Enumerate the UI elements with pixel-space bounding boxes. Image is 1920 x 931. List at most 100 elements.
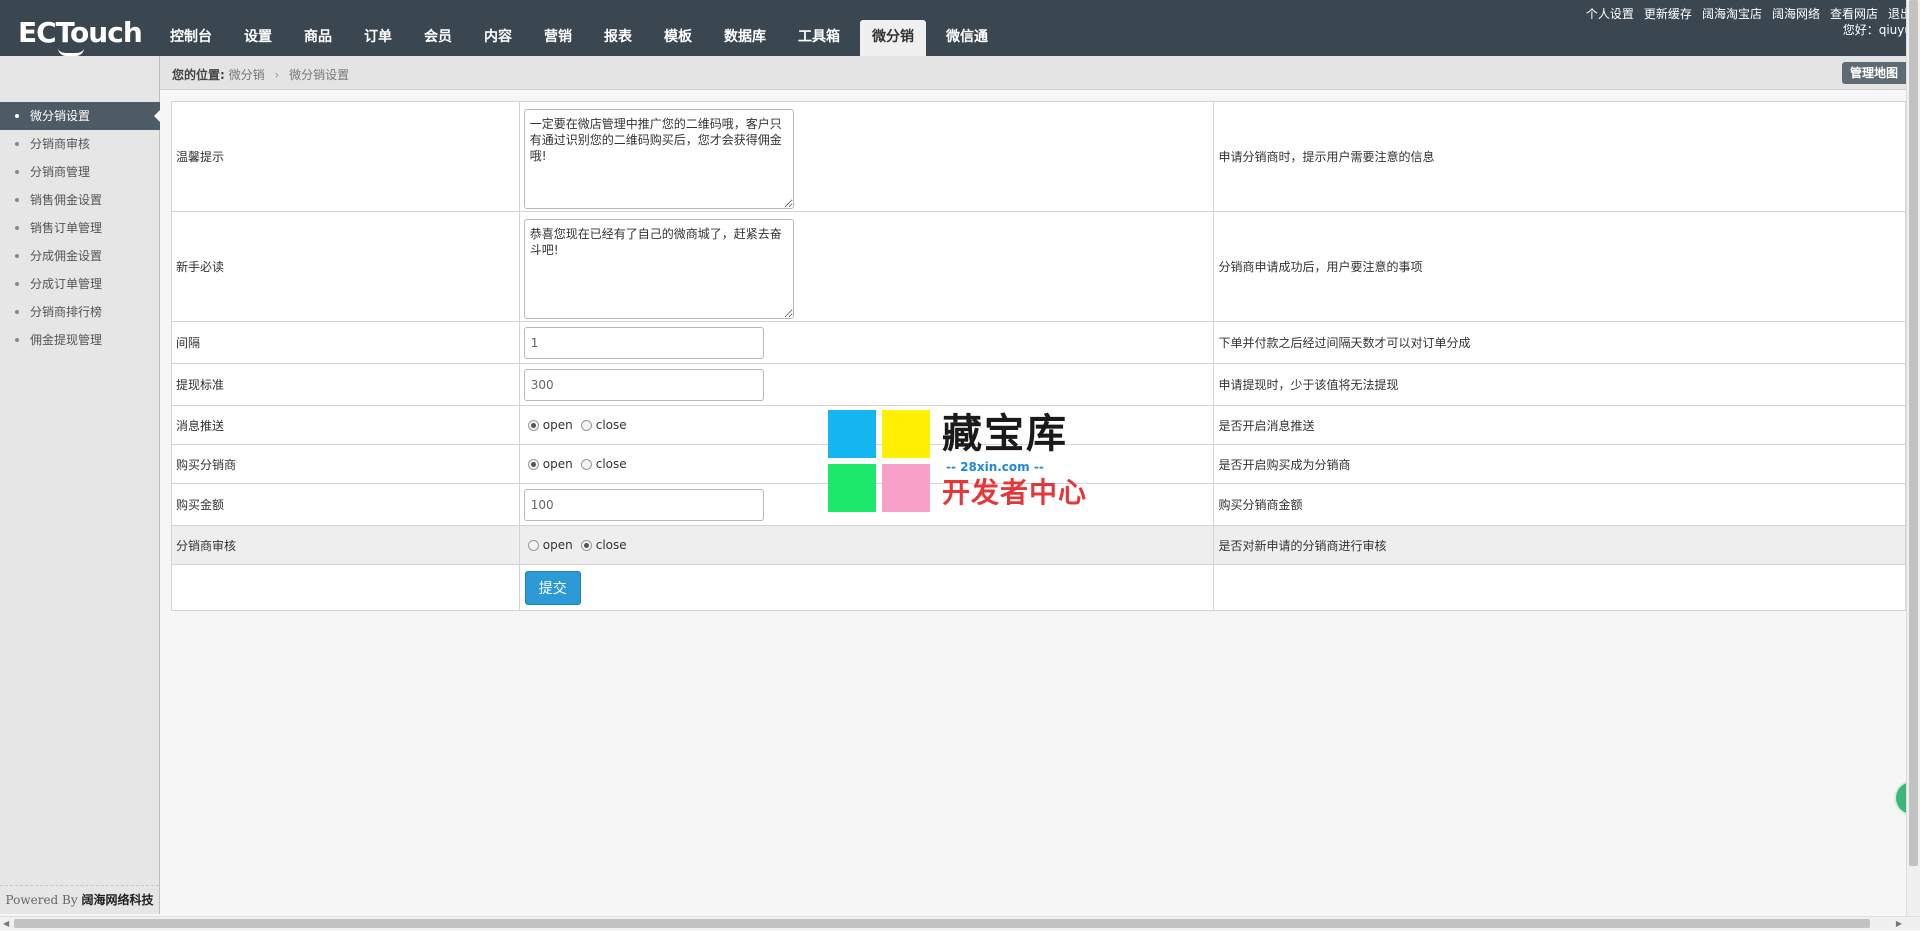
watermark-square-green: [828, 464, 876, 512]
row-field: 提交: [518, 564, 1215, 611]
company-site-link[interactable]: 阔海网络: [1772, 5, 1820, 22]
vertical-scrollbar[interactable]: [1906, 0, 1920, 916]
message-push-open-radio[interactable]: [527, 419, 539, 431]
chevron-right-icon: ›: [274, 68, 280, 82]
row-note: 购买分销商金额: [1213, 483, 1906, 526]
horizontal-scrollbar[interactable]: ◀ ▶: [0, 916, 1920, 930]
breadcrumb-item-section[interactable]: 微分销: [229, 68, 265, 82]
nav-toolbox[interactable]: 工具箱: [786, 20, 852, 56]
sidebar-item-sales-commission-settings[interactable]: 销售佣金设置: [0, 186, 160, 214]
submit-button[interactable]: 提交: [524, 570, 581, 605]
powered-by-prefix: Powered By: [5, 893, 78, 907]
row-label: 提现标准: [171, 363, 520, 406]
sidebar-item-distributor-review[interactable]: 分销商审核: [0, 130, 160, 158]
scroll-right-icon[interactable]: ▶: [1896, 917, 1902, 931]
app-logo[interactable]: ECTouch: [18, 19, 143, 47]
nav-dashboard[interactable]: 控制台: [158, 20, 224, 56]
row-label: 间隔: [171, 321, 520, 364]
sidebar-item-distributor-management[interactable]: 分销商管理: [0, 158, 160, 186]
sidebar-item-distribution-settings[interactable]: 微分销设置: [0, 102, 161, 130]
nav-reports[interactable]: 报表: [592, 20, 644, 56]
settings-table: 温馨提示 一定要在微店管理中推广您的二维码哦，客户只有通过识别您的二维码购买后，…: [171, 101, 1906, 611]
distributor-review-open-radio[interactable]: [527, 539, 539, 551]
buy-distributor-close-radio[interactable]: [580, 458, 592, 470]
breadcrumb: 您的位置: 微分销 › 微分销设置: [172, 66, 349, 83]
main-nav: 控制台 设置 商品 订单 会员 内容 营销 报表 模板 数据库 工具箱 微分销 …: [158, 20, 1008, 56]
sidebar-item-distributor-ranking[interactable]: 分销商排行榜: [0, 298, 160, 326]
sitemap-button[interactable]: 管理地图: [1841, 62, 1906, 84]
nav-database[interactable]: 数据库: [712, 20, 778, 56]
scroll-left-icon[interactable]: ◀: [3, 917, 9, 931]
watermark-subtitle: 开发者中心: [942, 476, 1088, 509]
clear-cache-link[interactable]: 更新缓存: [1644, 5, 1692, 22]
logo-arc: [58, 48, 84, 56]
nav-content[interactable]: 内容: [472, 20, 524, 56]
row-label-empty: [171, 564, 520, 611]
row-label: 温馨提示: [171, 101, 520, 212]
table-row: 温馨提示 一定要在微店管理中推广您的二维码哦，客户只有通过识别您的二维码购买后，…: [171, 101, 1906, 212]
row-field: [518, 321, 1215, 364]
distributor-review-radio-group: open close: [524, 535, 1210, 555]
row-note: 申请分销商时，提示用户需要注意的信息: [1213, 101, 1906, 212]
message-push-close-radio[interactable]: [580, 419, 592, 431]
withdraw-threshold-input[interactable]: [523, 368, 764, 401]
row-note: 分销商申请成功后，用户要注意的事项: [1213, 211, 1906, 322]
nav-wechat[interactable]: 微信通: [934, 20, 1000, 56]
nav-micro-distribution[interactable]: 微分销: [860, 20, 926, 56]
taobao-store-link[interactable]: 阔海淘宝店: [1702, 5, 1762, 22]
purchase-amount-input[interactable]: [523, 488, 764, 521]
row-note: 是否开启购买成为分销商: [1213, 444, 1906, 484]
row-note: 下单并付款之后经过间隔天数才可以对订单分成: [1213, 321, 1906, 364]
vertical-scroll-thumb[interactable]: [1909, 0, 1918, 866]
sidebar-item-withdrawal-management[interactable]: 佣金提现管理: [0, 326, 160, 354]
watermark-square-yellow: [882, 410, 930, 458]
nav-orders[interactable]: 订单: [352, 20, 404, 56]
nav-templates[interactable]: 模板: [652, 20, 704, 56]
breadcrumb-item-current: 微分销设置: [289, 68, 350, 82]
table-row: 提交: [171, 564, 1906, 611]
row-field: [518, 363, 1215, 406]
view-store-link[interactable]: 查看网店: [1830, 5, 1878, 22]
row-label: 消息推送: [171, 405, 520, 445]
sidebar-item-share-commission-settings[interactable]: 分成佣金设置: [0, 242, 160, 270]
row-label: 购买分销商: [171, 444, 520, 484]
table-row: 提现标准 申请提现时，少于该值将无法提现: [171, 363, 1906, 406]
interval-input[interactable]: [523, 326, 764, 359]
radio-label-close: close: [595, 418, 627, 432]
radio-label-close: close: [595, 457, 627, 471]
sidebar-menu: 微分销设置 分销商审核 分销商管理 销售佣金设置 销售订单管理 分成佣金设置 分…: [0, 102, 161, 354]
nav-members[interactable]: 会员: [412, 20, 464, 56]
sidebar-item-sales-order-management[interactable]: 销售订单管理: [0, 214, 160, 242]
radio-label-open: open: [542, 418, 573, 432]
tips-textarea[interactable]: 一定要在微店管理中推广您的二维码哦，客户只有通过识别您的二维码购买后，您才会获得…: [523, 108, 794, 209]
radio-label-close: close: [595, 538, 627, 552]
watermark-square-blue: [828, 410, 876, 458]
top-bar: ECTouch 控制台 设置 商品 订单 会员 内容 营销 报表 模板 数据库 …: [0, 0, 1920, 56]
nav-settings[interactable]: 设置: [232, 20, 284, 56]
profile-settings-link[interactable]: 个人设置: [1586, 5, 1634, 22]
table-row: 间隔 下单并付款之后经过间隔天数才可以对订单分成: [171, 321, 1906, 364]
row-note-empty: [1213, 564, 1906, 611]
buy-distributor-open-radio[interactable]: [527, 458, 539, 470]
sidebar: 微分销设置 分销商审核 分销商管理 销售佣金设置 销售订单管理 分成佣金设置 分…: [0, 56, 161, 914]
powered-by-brand[interactable]: 阔海网络科技: [81, 893, 153, 907]
table-row: 新手必读 恭喜您现在已经有了自己的微商城了，赶紧去奋斗吧! 分销商申请成功后，用…: [171, 211, 1906, 322]
row-field: open close: [518, 525, 1215, 565]
row-note: 是否开启消息推送: [1213, 405, 1906, 445]
powered-by: Powered By 阔海网络科技: [0, 885, 159, 914]
watermark-square-pink: [882, 464, 930, 512]
row-note: 是否对新申请的分销商进行审核: [1213, 525, 1906, 565]
newbie-guide-textarea[interactable]: 恭喜您现在已经有了自己的微商城了，赶紧去奋斗吧!: [523, 218, 794, 319]
nav-products[interactable]: 商品: [292, 20, 344, 56]
watermark-logo: 藏宝库 -- 28xin.com -- 开发者中心: [828, 410, 1098, 516]
row-note: 申请提现时，少于该值将无法提现: [1213, 363, 1906, 406]
top-links: 个人设置 更新缓存 阔海淘宝店 阔海网络 查看网店 退出: [1576, 5, 1912, 22]
table-row: 分销商审核 open close 是否对新申请的分销商进行审核: [171, 525, 1906, 565]
distributor-review-close-radio[interactable]: [580, 539, 592, 551]
user-greeting: 您好：qiuyu: [1842, 23, 1912, 37]
row-label: 分销商审核: [171, 525, 520, 565]
horizontal-scroll-thumb[interactable]: [14, 919, 1870, 928]
radio-label-open: open: [542, 538, 573, 552]
nav-marketing[interactable]: 营销: [532, 20, 584, 56]
sidebar-item-share-order-management[interactable]: 分成订单管理: [0, 270, 160, 298]
